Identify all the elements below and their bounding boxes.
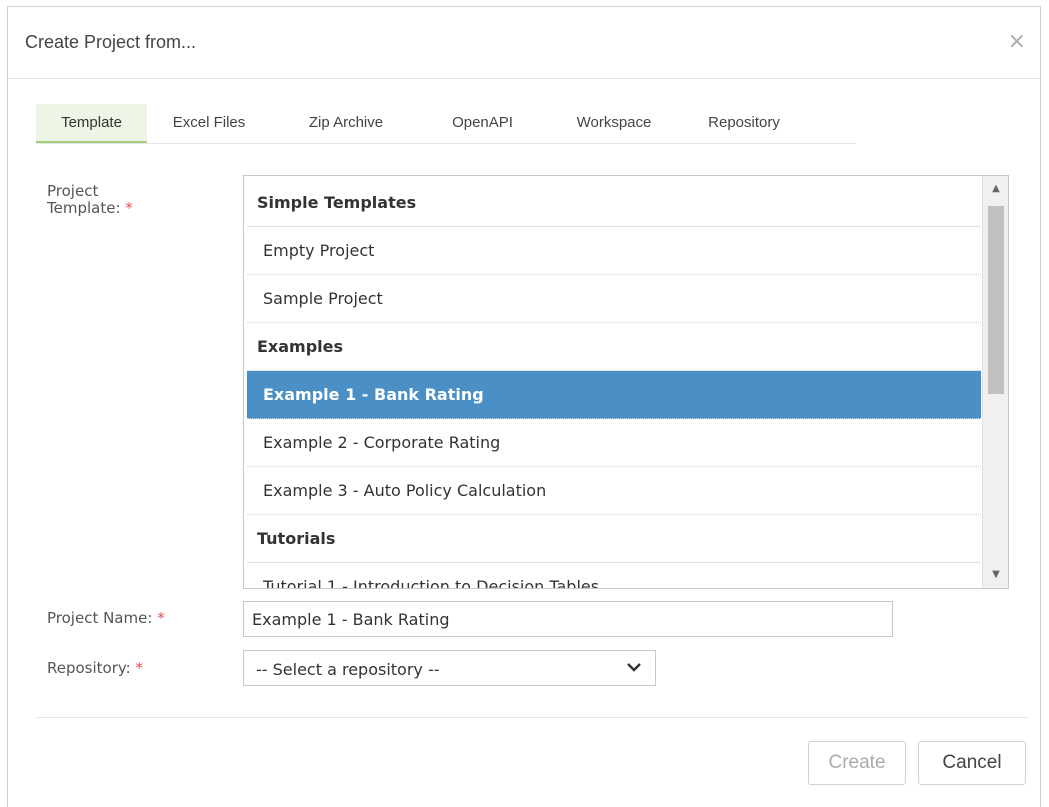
template-list-item[interactable]: Sample Project bbox=[247, 275, 981, 323]
project-name-label-text: Project Name: bbox=[47, 609, 153, 627]
required-mark: * bbox=[135, 659, 144, 677]
repository-label: Repository: * bbox=[47, 660, 143, 677]
scroll-up-icon[interactable]: ▲ bbox=[983, 176, 1008, 202]
project-name-input[interactable] bbox=[243, 601, 893, 637]
tab-openapi[interactable]: OpenAPI bbox=[421, 104, 544, 143]
scroll-down-icon[interactable]: ▼ bbox=[983, 562, 1008, 588]
template-list-item[interactable]: Example 1 - Bank Rating bbox=[247, 371, 981, 419]
project-name-label: Project Name: * bbox=[47, 610, 165, 627]
template-group-header: Simple Templates bbox=[247, 179, 981, 227]
template-list-item[interactable]: Example 3 - Auto Policy Calculation bbox=[247, 467, 981, 515]
repository-select-value: -- Select a repository -- bbox=[256, 660, 440, 679]
dialog-header: Create Project from... × bbox=[8, 7, 1040, 79]
tab-zip-archive[interactable]: Zip Archive bbox=[271, 104, 421, 143]
dialog-title: Create Project from... bbox=[25, 32, 197, 52]
close-icon[interactable]: × bbox=[1008, 31, 1026, 53]
chevron-down-icon bbox=[627, 663, 641, 672]
create-button[interactable]: Create bbox=[808, 741, 906, 785]
project-template-label-line2: Template: bbox=[47, 199, 121, 217]
template-list-rows: Simple Templates Empty Project Sample Proj… bbox=[247, 179, 981, 588]
project-template-label: Project Template: * bbox=[47, 183, 133, 217]
footer-divider bbox=[37, 717, 1029, 718]
template-list-item[interactable]: Empty Project bbox=[247, 227, 981, 275]
tab-workspace[interactable]: Workspace bbox=[544, 104, 684, 143]
create-project-dialog: Create Project from... × Template Excel … bbox=[7, 6, 1041, 807]
tab-repository[interactable]: Repository bbox=[684, 104, 804, 143]
required-mark: * bbox=[125, 199, 133, 217]
template-list-item[interactable]: Tutorial 1 - Introduction to Decision Ta… bbox=[247, 563, 981, 588]
project-template-label-line1: Project bbox=[47, 182, 99, 200]
tab-bar: Template Excel Files Zip Archive OpenAPI… bbox=[36, 104, 856, 144]
template-group-header: Tutorials bbox=[247, 515, 981, 563]
tab-template[interactable]: Template bbox=[36, 104, 147, 143]
tab-excel-files[interactable]: Excel Files bbox=[147, 104, 271, 143]
template-list-item[interactable]: Example 2 - Corporate Rating bbox=[247, 419, 981, 467]
list-scrollbar[interactable]: ▲ ▼ bbox=[982, 176, 1008, 588]
required-mark: * bbox=[157, 609, 165, 627]
cancel-button[interactable]: Cancel bbox=[918, 741, 1026, 785]
repository-label-text: Repository: bbox=[47, 659, 131, 677]
scrollbar-thumb[interactable] bbox=[988, 206, 1004, 394]
repository-select[interactable]: -- Select a repository -- bbox=[243, 650, 656, 686]
project-template-list[interactable]: Simple Templates Empty Project Sample Proj… bbox=[243, 175, 1009, 589]
template-group-header: Examples bbox=[247, 323, 981, 371]
